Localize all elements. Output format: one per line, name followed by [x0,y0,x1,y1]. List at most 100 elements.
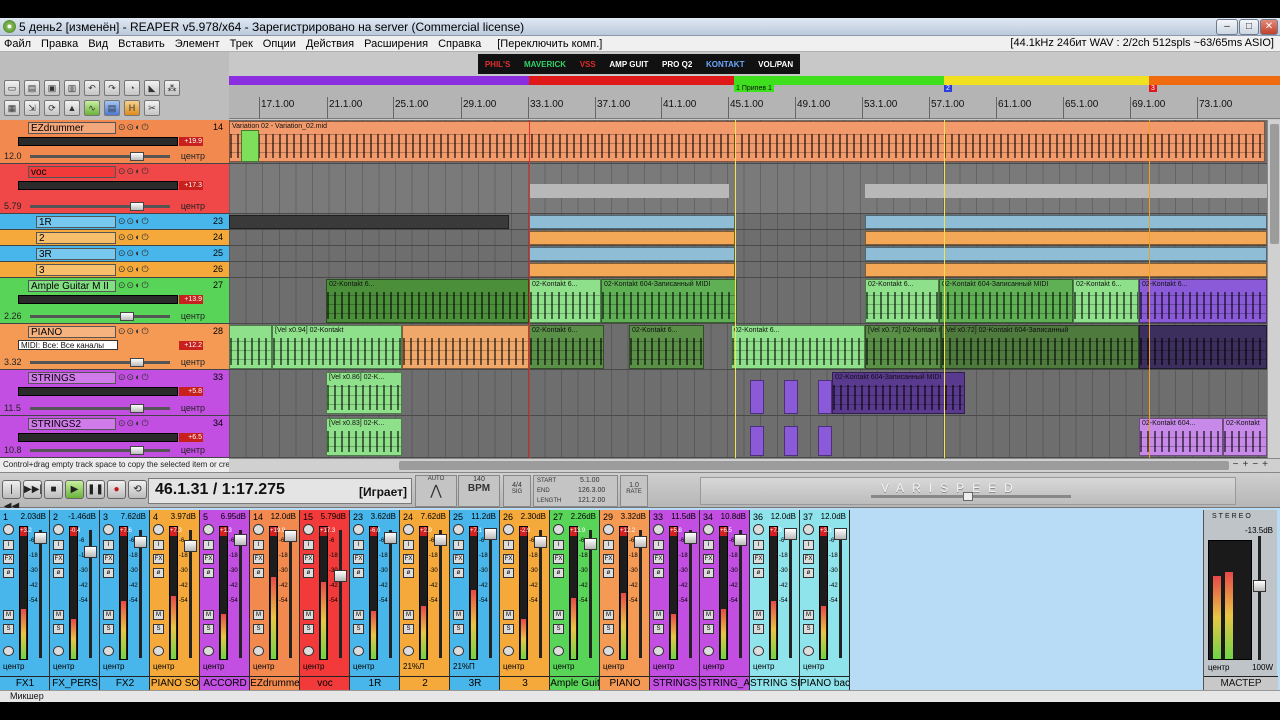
strip-pan[interactable]: центр [353,662,374,671]
region-yellow[interactable] [944,76,1149,85]
selection-box[interactable]: START 5.1.00 END 126.3.00 LENGTH 121.2.0… [533,475,618,507]
strip-pan[interactable]: 21%Л [403,662,424,671]
strip-pan[interactable]: центр [803,662,824,671]
repeat-button[interactable]: ⟲ [128,480,147,499]
loop-icon[interactable]: ⟳ [44,100,60,116]
track-buttons[interactable]: ⊙⊙◐⏻ [118,280,150,291]
strip-fx-button[interactable]: FX [653,554,664,564]
strip-fx-button[interactable]: FX [803,554,814,564]
midi-item[interactable]: [Vel x0.83] 02-K... [326,418,402,456]
track-name[interactable]: voc [28,166,116,178]
strip-solo-button[interactable]: S [803,624,814,634]
strip-fx-knob[interactable] [403,524,414,535]
midi-item[interactable]: 02-Kontakt 6... [1073,279,1139,323]
strip-record-arm-icon[interactable] [303,646,314,656]
track-name[interactable]: STRINGS [28,372,116,384]
pause-button[interactable]: ❚❚ [86,480,105,499]
track-volume-knob[interactable] [130,152,144,161]
minimize-button[interactable]: – [1216,19,1238,35]
audio-item[interactable] [865,247,1267,261]
strip-fader[interactable] [684,532,697,544]
track-header-piano[interactable]: PIANO ⊙⊙◐⏻ 28 MIDI: Все: Все каналы +12.… [0,324,229,370]
strip-io-button[interactable]: I [553,540,564,550]
cross-fade-icon[interactable]: ✂ [144,100,160,116]
midi-item[interactable]: 02-Kontakt 6... [1139,279,1267,323]
mixer-strip[interactable]: 5 6.95dB I FX ø M S +1.3 -6 -18 -30 -42 -54 центр ACCO… [200,510,250,690]
track-volume-slider[interactable] [30,315,170,318]
scroll-thumb[interactable] [1270,124,1279,244]
horizontal-scrollbar[interactable]: −+−+ [229,458,1280,472]
strip-record-arm-icon[interactable] [803,646,814,656]
region-purple[interactable] [229,76,529,85]
strip-phase-button[interactable]: ø [103,568,114,578]
strip-solo-button[interactable]: S [3,624,14,634]
strip-solo-button[interactable]: S [303,624,314,634]
bpm-box[interactable]: 140 BPM [458,475,500,507]
strip-fader[interactable] [184,540,197,552]
strip-fx-button[interactable]: FX [553,554,564,564]
strip-fx-button[interactable]: FX [503,554,514,564]
marker-2[interactable]: 2 [944,85,952,92]
zoom-controls[interactable]: −+−+ [1233,459,1272,470]
strip-fx-button[interactable]: FX [353,554,364,564]
strip-phase-button[interactable]: ø [603,568,614,578]
mixer-strip[interactable]: 27 2.26dB I FX ø M S +13.9 -6 -18 -30 -42 -54 центр Am… [550,510,600,690]
strip-fx-knob[interactable] [153,524,164,535]
fx-vss-button[interactable]: VSS [580,60,596,69]
strip-mute-button[interactable]: M [253,610,264,620]
strip-pan[interactable]: центр [303,662,324,671]
strip-phase-button[interactable]: ø [553,568,564,578]
fx-volpan-button[interactable]: VOL/PAN [758,60,793,69]
strip-record-arm-icon[interactable] [53,646,64,656]
track-name[interactable]: 3 [36,264,116,276]
strip-io-button[interactable]: I [603,540,614,550]
track-volume-slider[interactable] [30,155,170,158]
strip-fx-button[interactable]: FX [53,554,64,564]
strip-fx-knob[interactable] [53,524,64,535]
ripple-edit-icon[interactable]: ◣ [144,80,160,96]
new-project-icon[interactable]: ▭ [4,80,20,96]
midi-input-select[interactable]: MIDI: Все: Все каналы [18,340,118,350]
stop-button[interactable]: ■ [44,480,63,499]
strip-mute-button[interactable]: M [553,610,564,620]
envelope-icon[interactable]: ∿ [84,100,100,116]
varispeed-panel[interactable]: VARISPEED [700,477,1236,505]
strip-fx-knob[interactable] [803,524,814,535]
track-header-3[interactable]: 3 ⊙⊙◐⏻ 26 [0,262,229,278]
menu-extensions[interactable]: Расширения [364,38,428,50]
midi-item[interactable]: 02-Kontakt 604-Записанный MIDI [939,279,1073,323]
strip-record-arm-icon[interactable] [353,646,364,656]
track-name[interactable]: Ample Guitar M II [28,280,116,292]
strip-fx-knob[interactable] [753,524,764,535]
mixer-strip[interactable]: 33 11.5dB I FX ø M S +5.8 -6 -18 -30 -42 -54 центр STR… [650,510,700,690]
menu-switch-comp[interactable]: [Переключить комп.] [497,38,602,50]
track-header-3r[interactable]: 3R ⊙⊙◐⏻ 25 [0,246,229,262]
strip-record-arm-icon[interactable] [553,646,564,656]
track-name[interactable]: STRINGS2 [28,418,116,430]
marker-1[interactable]: 1 Припев 1 [734,85,774,92]
midi-item[interactable] [750,380,764,414]
strip-fx-button[interactable]: FX [103,554,114,564]
strip-fx-button[interactable]: FX [453,554,464,564]
master-pan[interactable]: центр [1208,663,1229,672]
grid-icon[interactable]: ▦ [4,100,20,116]
scroll-thumb[interactable] [399,461,1229,470]
rewind-button[interactable]: |◀◀ [2,480,21,512]
mixer-strip[interactable]: 14 12.0dB I FX ø M S +19.9 -6 -18 -30 -42 -54 центр EZ… [250,510,300,690]
strip-solo-button[interactable]: S [503,624,514,634]
audio-item[interactable] [865,215,1267,229]
track-pan[interactable]: центр [181,357,205,367]
strip-solo-button[interactable]: S [703,624,714,634]
maximize-button[interactable]: □ [1239,19,1259,35]
track-name[interactable]: EZdrummer [28,122,116,134]
strip-pan[interactable]: центр [603,662,624,671]
strip-phase-button[interactable]: ø [403,568,414,578]
track-buttons[interactable]: ⊙⊙◐⏻ [118,216,150,227]
strip-fader[interactable] [584,538,597,550]
record-button[interactable]: ● [107,480,126,499]
audio-item[interactable] [529,263,735,277]
track-buttons[interactable]: ⊙⊙◐⏻ [118,264,150,275]
track-name[interactable]: 3R [36,248,116,260]
rate-box[interactable]: 1.0 RATE [620,475,648,507]
track-header-voc[interactable]: voc ⊙⊙◐⏻ +17.3 5.79 центр [0,164,229,214]
